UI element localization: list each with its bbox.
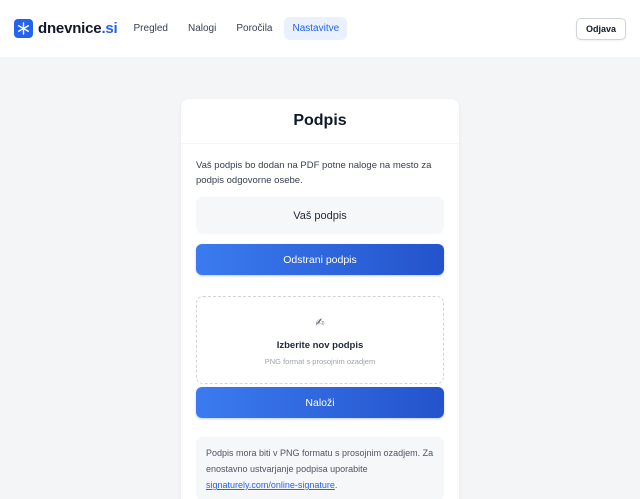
- brand[interactable]: dnevnice.si: [14, 19, 118, 38]
- top-header: dnevnice.si Pregled Nalogi Poročila Nast…: [0, 0, 640, 57]
- note-text: Podpis mora biti v PNG formatu s prosojn…: [206, 448, 434, 474]
- dropzone-subtitle: PNG format s prosojnim ozadjem: [264, 357, 376, 366]
- nav-item-porocila[interactable]: Poročila: [228, 17, 280, 40]
- main-nav: Pregled Nalogi Poročila Nastavitve: [126, 17, 348, 40]
- card-body: Vaš podpis bo dodan na PDF potne naloge …: [181, 143, 459, 499]
- nav-item-nastavitve[interactable]: Nastavitve: [284, 17, 348, 40]
- signature-preview: Vaš podpis: [196, 197, 444, 234]
- signature-preview-label: Vaš podpis: [293, 209, 347, 222]
- pen-icon: ✍: [315, 317, 325, 329]
- logout-button[interactable]: Odjava: [575, 17, 626, 40]
- signature-dropzone[interactable]: ✍ Izberite nov podpis PNG format s proso…: [196, 296, 444, 384]
- brand-name: dnevnice.si: [38, 20, 118, 37]
- signature-note: Podpis mora biti v PNG formatu s prosojn…: [196, 437, 444, 499]
- card-title: Podpis: [293, 112, 347, 129]
- upload-button[interactable]: Naloži: [196, 387, 444, 418]
- dropzone-title: Izberite nov podpis: [276, 340, 364, 351]
- nav-item-nalogi[interactable]: Nalogi: [180, 17, 224, 40]
- signature-card: Podpis Vaš podpis bo dodan na PDF potne …: [181, 99, 459, 499]
- remove-signature-button[interactable]: Odstrani podpis: [196, 244, 444, 275]
- snowflake-icon: [14, 19, 33, 38]
- signature-intro-text: Vaš podpis bo dodan na PDF potne naloge …: [196, 160, 432, 186]
- note-end: .: [334, 480, 338, 490]
- nav-item-pregled[interactable]: Pregled: [126, 17, 176, 40]
- signaturely-link[interactable]: signaturely.com/online-signature: [206, 480, 335, 490]
